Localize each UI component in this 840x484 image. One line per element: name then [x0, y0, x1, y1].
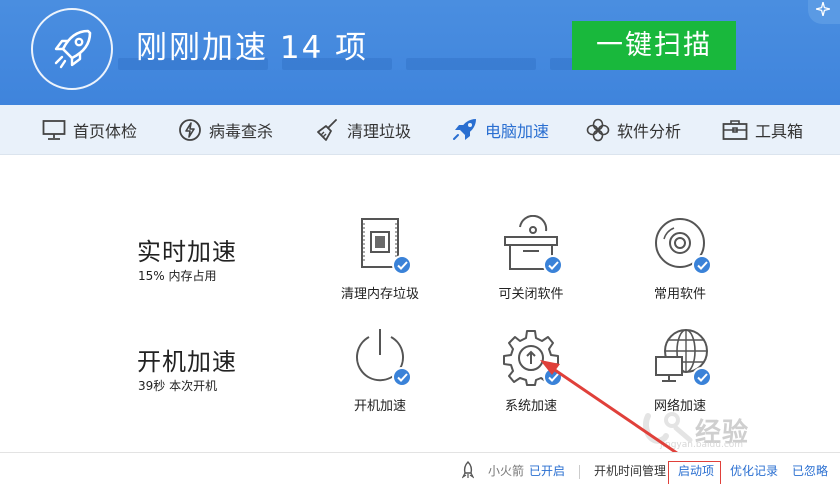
- tab-label: 首页体检: [73, 122, 138, 141]
- tool-label: 可关闭软件: [498, 287, 564, 302]
- header-banner: 刚刚加速 14 项 一键扫描: [0, 0, 840, 105]
- corner-sparkle-button[interactable]: [808, 0, 840, 24]
- rocket-icon: [54, 29, 92, 69]
- tab-virus-scan[interactable]: 病毒查杀: [178, 105, 273, 155]
- rocket-icon: [462, 461, 474, 479]
- tab-home-checkup[interactable]: 首页体检: [42, 105, 137, 155]
- check-badge: [692, 255, 712, 275]
- check-badge: [543, 367, 563, 387]
- check-badge: [392, 255, 412, 275]
- network-speedup-tool[interactable]: 网络加速: [625, 327, 735, 414]
- toolbox-icon: [722, 120, 748, 140]
- check-badge: [692, 367, 712, 387]
- check-icon: [697, 373, 708, 382]
- tab-label: 软件分析: [617, 122, 682, 141]
- tab-pc-speedup[interactable]: 电脑加速: [452, 105, 549, 155]
- tab-toolbox[interactable]: 工具箱: [722, 105, 803, 155]
- tool-label: 常用软件: [653, 287, 706, 302]
- watermark-url: jingyan.baidu.com: [660, 440, 744, 450]
- tool-label: 系统加速: [504, 399, 557, 414]
- boot-time-text: 39秒 本次开机: [138, 379, 218, 393]
- rocket-label: 小火箭: [488, 464, 525, 478]
- check-icon: [548, 261, 559, 270]
- tab-label: 病毒查杀: [209, 122, 274, 141]
- tool-label: 开机加速: [353, 399, 406, 414]
- tab-software-analysis[interactable]: 软件分析: [586, 105, 681, 155]
- closable-software-tool[interactable]: 可关闭软件: [476, 214, 586, 302]
- boot-time-management-link[interactable]: 开机时间管理: [594, 453, 666, 484]
- rocket-logo: [31, 8, 113, 90]
- memory-usage-text: 15% 内存占用: [138, 269, 217, 283]
- tab-clean-junk[interactable]: 清理垃圾: [316, 105, 411, 155]
- rocket-icon: [453, 119, 476, 140]
- tab-label: 电脑加速: [485, 122, 550, 141]
- system-speedup-tool[interactable]: 系统加速: [476, 327, 586, 414]
- optimization-history-link[interactable]: 优化记录: [730, 453, 778, 484]
- common-software-tool[interactable]: 常用软件: [625, 215, 735, 302]
- lightning-shield-icon: [179, 119, 201, 141]
- tab-label: 工具箱: [755, 122, 804, 141]
- ignored-items-link[interactable]: 已忽略: [792, 453, 828, 484]
- startup-items-link[interactable]: 启动项: [678, 453, 714, 484]
- check-icon: [548, 373, 559, 382]
- check-icon: [697, 261, 708, 270]
- one-click-scan-button[interactable]: 一键扫描: [572, 21, 736, 70]
- divider: [579, 465, 580, 479]
- realtime-section-title: 实时加速: [137, 238, 237, 266]
- check-badge: [392, 367, 412, 387]
- page-title: 刚刚加速 14 项: [136, 30, 369, 66]
- rocket-status-link[interactable]: 已开启: [529, 453, 565, 484]
- status-footer: 小火箭 已开启 开机时间管理 启动项 优化记录 已忽略: [0, 452, 840, 484]
- check-icon: [397, 261, 408, 270]
- flower-icon: [586, 118, 610, 142]
- speedup-window: 刚刚加速 14 项 一键扫描 首页体检 病毒查杀 清理垃圾 电脑加速 软件分析 …: [0, 0, 840, 484]
- monitor-icon: [42, 120, 66, 140]
- check-badge: [543, 255, 563, 275]
- broom-icon: [317, 119, 337, 141]
- main-nav: 首页体检 病毒查杀 清理垃圾 电脑加速 软件分析 工具箱: [0, 105, 840, 155]
- check-icon: [397, 373, 408, 382]
- startup-section-title: 开机加速: [137, 348, 237, 376]
- clean-memory-tool[interactable]: 清理内存垃圾: [325, 215, 435, 302]
- tool-label: 清理内存垃圾: [340, 287, 419, 302]
- sparkle-icon: [816, 2, 830, 16]
- boot-speedup-tool[interactable]: 开机加速: [325, 327, 435, 414]
- tab-label: 清理垃圾: [347, 122, 412, 141]
